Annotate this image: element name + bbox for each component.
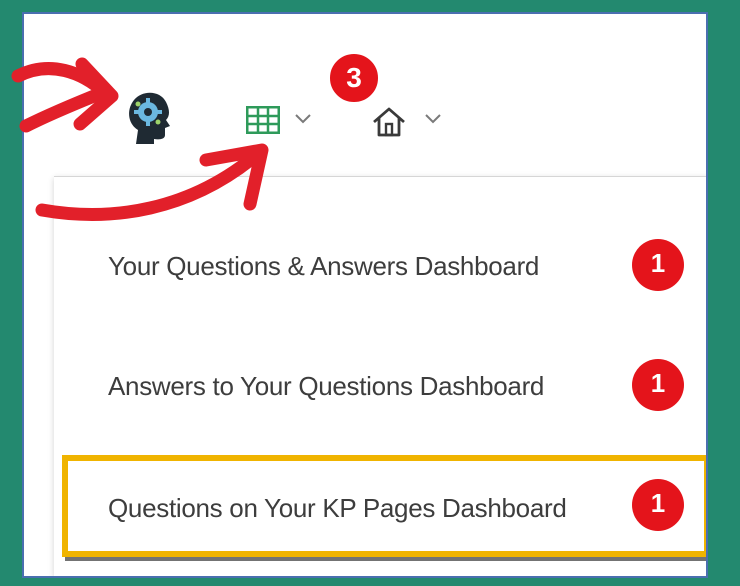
- menu-item-badge: 1: [632, 359, 684, 411]
- table-grid-icon[interactable]: [245, 105, 281, 135]
- menu-item-badge: 1: [632, 239, 684, 291]
- menu-item-questions-answers-dashboard[interactable]: Your Questions & Answers Dashboard 1: [54, 225, 704, 305]
- menu-item-answers-dashboard[interactable]: Answers to Your Questions Dashboard 1: [54, 345, 704, 425]
- menu-item-badge: 1: [632, 479, 684, 531]
- chevron-down-icon[interactable]: [294, 112, 312, 130]
- ai-head-gear-icon[interactable]: [120, 88, 176, 146]
- menu-item-label: Your Questions & Answers Dashboard: [108, 251, 540, 281]
- dashboard-dropdown-menu: Your Questions & Answers Dashboard 1 Ans…: [54, 176, 706, 576]
- home-icon[interactable]: [372, 106, 406, 138]
- menu-item-label: Questions on Your KP Pages Dashboard: [108, 493, 567, 523]
- menu-item-kp-pages-dashboard[interactable]: Questions on Your KP Pages Dashboard 1: [62, 455, 706, 557]
- menu-item-label: Answers to Your Questions Dashboard: [108, 371, 545, 401]
- chevron-down-icon[interactable]: [424, 112, 442, 130]
- screenshot-panel: 3 Your Questions & Answers Dashboard 1 A…: [22, 12, 708, 578]
- notification-count-badge: 3: [328, 52, 380, 104]
